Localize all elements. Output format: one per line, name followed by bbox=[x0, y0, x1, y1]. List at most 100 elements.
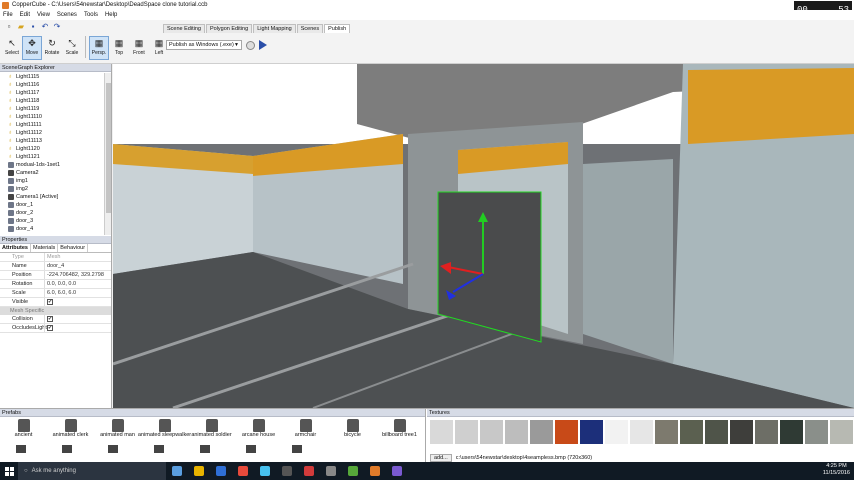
publish-settings-button[interactable] bbox=[246, 40, 255, 50]
tab-polygon-editing[interactable]: Polygon Editing bbox=[205, 24, 253, 33]
rotate-tool-button[interactable]: ↻ Rotate bbox=[42, 36, 62, 60]
prefab-item[interactable]: animated sleepwalker bbox=[138, 419, 191, 441]
scenegraph-item[interactable]: ♁ Light1117 bbox=[0, 89, 104, 97]
taskbar-app-icon[interactable] bbox=[364, 462, 386, 480]
texture-thumbnail[interactable] bbox=[580, 420, 603, 444]
tab-attributes[interactable]: Attributes bbox=[0, 244, 31, 252]
scenegraph-item[interactable]: door_2 bbox=[0, 209, 104, 217]
texture-thumbnail[interactable] bbox=[480, 420, 503, 444]
tab-materials[interactable]: Materials bbox=[31, 244, 59, 252]
texture-thumbnail[interactable] bbox=[605, 420, 628, 444]
checkbox[interactable]: ✔ bbox=[47, 316, 53, 322]
undo-icon[interactable]: ↶ bbox=[40, 22, 50, 32]
prefab-thumbnail[interactable] bbox=[16, 445, 26, 453]
prefab-item[interactable]: arcane house bbox=[235, 419, 282, 441]
prefab-item[interactable]: billboard tree1 bbox=[376, 419, 423, 441]
prefab-item[interactable]: armchair bbox=[282, 419, 329, 441]
texture-thumbnail[interactable] bbox=[655, 420, 678, 444]
scenegraph-item[interactable]: modual-1ds-1set1 bbox=[0, 161, 104, 169]
scenegraph-item[interactable]: img2 bbox=[0, 185, 104, 193]
texture-thumbnail[interactable] bbox=[430, 420, 453, 444]
property-value[interactable]: door_4 bbox=[44, 262, 111, 270]
taskbar-app-icon[interactable] bbox=[188, 462, 210, 480]
prefab-thumbnail[interactable] bbox=[62, 445, 72, 453]
prefab-thumbnail[interactable] bbox=[200, 445, 210, 453]
texture-thumbnail[interactable] bbox=[755, 420, 778, 444]
taskbar-app-icon[interactable] bbox=[298, 462, 320, 480]
view-front-button[interactable]: ▦ Front bbox=[129, 36, 149, 60]
taskbar-app-icon[interactable] bbox=[386, 462, 408, 480]
view-perspective-button[interactable]: ▦ Persp. bbox=[89, 36, 109, 60]
scenegraph-item[interactable]: ♁ Light1115 bbox=[0, 73, 104, 81]
property-section-header[interactable]: Mesh Specific bbox=[0, 307, 111, 315]
texture-thumbnail[interactable] bbox=[705, 420, 728, 444]
property-value[interactable]: Mesh bbox=[44, 253, 111, 261]
menu-tools[interactable]: Tools bbox=[84, 12, 98, 18]
scenegraph-item[interactable]: door_3 bbox=[0, 217, 104, 225]
tab-behaviour[interactable]: Behaviour bbox=[58, 244, 89, 252]
menu-help[interactable]: Help bbox=[105, 12, 117, 18]
prefab-thumbnail[interactable] bbox=[108, 445, 118, 453]
scenegraph-item[interactable]: door_1 bbox=[0, 201, 104, 209]
texture-thumbnail[interactable] bbox=[630, 420, 653, 444]
texture-thumbnail[interactable] bbox=[730, 420, 753, 444]
new-file-icon[interactable]: ▫ bbox=[4, 22, 14, 32]
scenegraph-item[interactable]: door_4 bbox=[0, 225, 104, 233]
save-icon[interactable]: ▪ bbox=[28, 22, 38, 32]
add-texture-button[interactable]: add... bbox=[430, 454, 452, 462]
scenegraph-item[interactable]: Camera2 bbox=[0, 169, 104, 177]
checkbox[interactable]: ✔ bbox=[47, 299, 53, 305]
taskbar-app-icon[interactable] bbox=[232, 462, 254, 480]
property-value[interactable]: -224.706482, 329.2798 bbox=[44, 271, 111, 279]
taskbar-app-icon[interactable] bbox=[320, 462, 342, 480]
scale-tool-button[interactable]: ⤡ Scale bbox=[62, 36, 82, 60]
system-clock[interactable]: 4:25 PM 11/15/2016 bbox=[823, 463, 850, 477]
prefab-thumbnail[interactable] bbox=[246, 445, 256, 453]
texture-thumbnail[interactable] bbox=[530, 420, 553, 444]
property-value[interactable]: ✔ bbox=[44, 324, 111, 332]
taskbar-app-icon[interactable] bbox=[210, 462, 232, 480]
scenegraph-item[interactable]: Camera1 [Active] bbox=[0, 193, 104, 201]
texture-thumbnail[interactable] bbox=[805, 420, 828, 444]
menu-file[interactable]: File bbox=[3, 12, 13, 18]
menu-scenes[interactable]: Scenes bbox=[57, 12, 77, 18]
texture-thumbnail[interactable] bbox=[555, 420, 578, 444]
tab-publish[interactable]: Publish bbox=[324, 24, 351, 33]
select-tool-button[interactable]: ↖ Select bbox=[2, 36, 22, 60]
menu-edit[interactable]: Edit bbox=[20, 12, 30, 18]
scenegraph-item[interactable]: ♁ Light1120 bbox=[0, 145, 104, 153]
property-value[interactable]: 0.0, 0.0, 0.0 bbox=[44, 280, 111, 288]
scenegraph-item[interactable]: ♁ Light11112 bbox=[0, 129, 104, 137]
property-value[interactable]: ✔ bbox=[44, 298, 111, 306]
publish-target-select[interactable]: Publish as Windows (.exe) ▼ bbox=[166, 40, 242, 50]
texture-thumbnail[interactable] bbox=[780, 420, 803, 444]
cortana-search-input[interactable]: ○ Ask me anything bbox=[18, 462, 166, 480]
prefab-item[interactable]: animated soldier bbox=[188, 419, 235, 441]
scenegraph-item[interactable]: ♁ Light11111 bbox=[0, 121, 104, 129]
prefab-item[interactable]: animated man bbox=[94, 419, 141, 441]
scenegraph-scrollbar[interactable] bbox=[104, 73, 111, 235]
move-tool-button[interactable]: ✥ Move bbox=[22, 36, 42, 60]
3d-viewport[interactable] bbox=[113, 64, 854, 408]
prefab-item[interactable]: bicycle bbox=[329, 419, 376, 441]
tab-scene-editing[interactable]: Scene Editing bbox=[163, 24, 205, 33]
property-value[interactable]: 6.0, 6.0, 6.0 bbox=[44, 289, 111, 297]
scrollbar-thumb[interactable] bbox=[106, 83, 111, 213]
scenegraph-item[interactable]: ♁ Light1116 bbox=[0, 81, 104, 89]
open-folder-icon[interactable]: ▰ bbox=[16, 22, 26, 32]
taskbar-app-icon[interactable] bbox=[276, 462, 298, 480]
taskbar-app-icon[interactable] bbox=[254, 462, 276, 480]
texture-thumbnail[interactable] bbox=[455, 420, 478, 444]
scenegraph-item[interactable]: ♁ Light1119 bbox=[0, 105, 104, 113]
property-value[interactable]: ✔ bbox=[44, 315, 111, 323]
scenegraph-item[interactable]: ♁ Light1118 bbox=[0, 97, 104, 105]
menu-view[interactable]: View bbox=[37, 12, 50, 18]
start-button[interactable] bbox=[0, 462, 18, 480]
taskbar-app-icon[interactable] bbox=[166, 462, 188, 480]
scenegraph-item[interactable]: img1 bbox=[0, 177, 104, 185]
tab-scenes[interactable]: Scenes bbox=[296, 24, 324, 33]
play-icon[interactable] bbox=[259, 40, 267, 50]
scenegraph-item[interactable]: ♁ Light11110 bbox=[0, 113, 104, 121]
scenegraph-item[interactable]: ♁ Light1121 bbox=[0, 153, 104, 161]
texture-thumbnail[interactable] bbox=[680, 420, 703, 444]
